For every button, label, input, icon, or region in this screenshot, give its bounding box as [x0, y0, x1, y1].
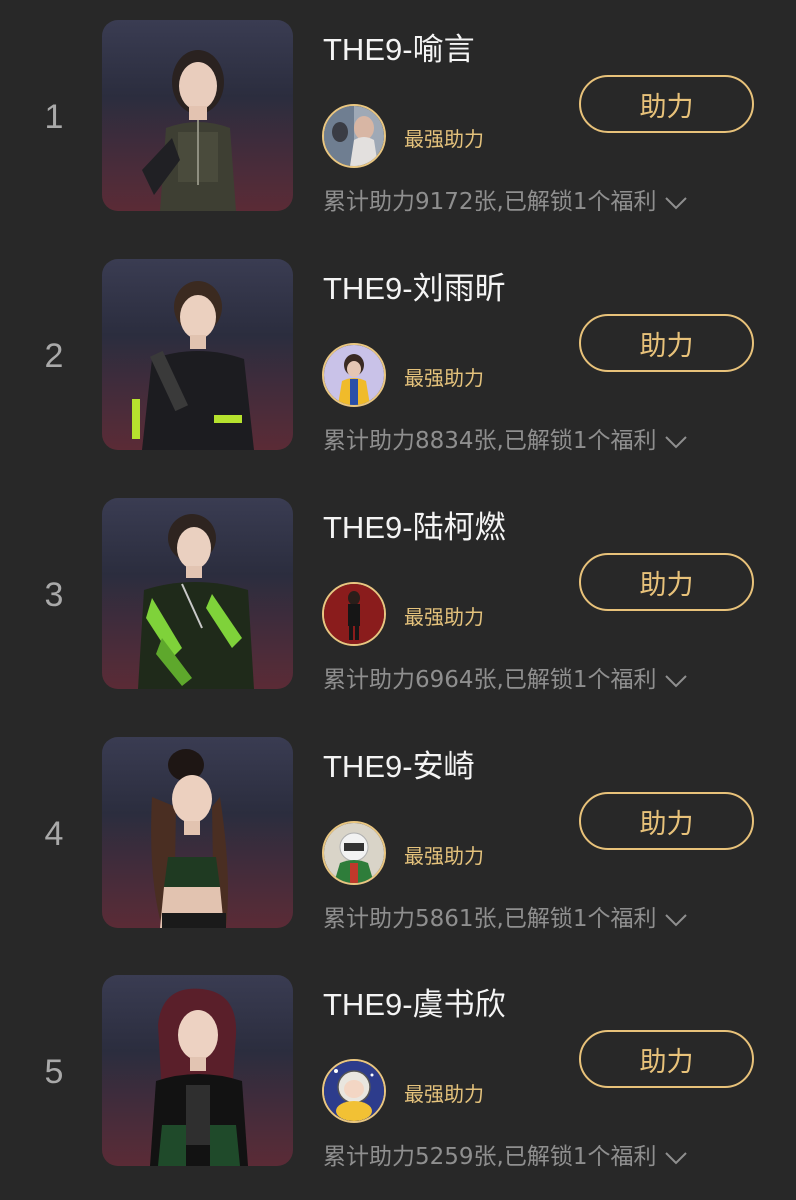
chevron-down-icon[interactable]: [664, 191, 688, 210]
chevron-down-icon[interactable]: [664, 430, 688, 449]
boost-button[interactable]: 助力: [579, 75, 754, 133]
support-stats-text: 累计助力6964张,已解锁1个福利: [323, 667, 657, 693]
rank-number: 2: [44, 337, 64, 375]
ranking-row: 5 THE9-虞书欣 最强助力 助力 累计助力5259张,已解锁1个福利: [0, 975, 796, 1185]
chevron-down-icon[interactable]: [664, 1146, 688, 1165]
ranking-row: 3 THE9-陆柯燃 最强助力 助力 累计助力6964张,已解锁1个福利: [0, 498, 796, 708]
boost-button[interactable]: 助力: [579, 792, 754, 850]
top-supporter-avatar[interactable]: [322, 343, 386, 407]
support-stats[interactable]: 累计助力5259张,已解锁1个福利: [323, 1137, 688, 1171]
artist-photo[interactable]: [102, 498, 293, 689]
support-stats-text: 累计助力9172张,已解锁1个福利: [323, 189, 657, 215]
rank-number: 1: [44, 98, 64, 136]
ranking-row: 1 THE9-喻言 最强助力 助力 累计助力9172张,已解锁1个福利: [0, 20, 796, 230]
rank-number: 4: [44, 815, 64, 853]
artist-photo[interactable]: [102, 259, 293, 450]
ranking-list: 1 THE9-喻言 最强助力 助力 累计助力9172张,已解锁1个福利 2 TH…: [0, 0, 796, 1200]
ranking-row: 4 THE9-安崎 最强助力 助力 累计助力5861张,已解锁1个福利: [0, 737, 796, 947]
artist-name: THE9-喻言: [323, 32, 475, 67]
chevron-down-icon[interactable]: [664, 908, 688, 927]
top-supporter-avatar[interactable]: [322, 104, 386, 168]
ranking-row: 2 THE9-刘雨昕 最强助力 助力 累计助力8834张,已解锁1个福利: [0, 259, 796, 469]
support-stats-text: 累计助力5861张,已解锁1个福利: [323, 906, 657, 932]
boost-button[interactable]: 助力: [579, 553, 754, 611]
artist-name: THE9-刘雨昕: [323, 271, 506, 306]
artist-photo[interactable]: [102, 20, 293, 211]
top-supporter-label: 最强助力: [404, 1082, 484, 1106]
boost-button[interactable]: 助力: [579, 314, 754, 372]
support-stats-text: 累计助力5259张,已解锁1个福利: [323, 1144, 657, 1170]
top-supporter-avatar[interactable]: [322, 582, 386, 646]
boost-button[interactable]: 助力: [579, 1030, 754, 1088]
artist-photo[interactable]: [102, 737, 293, 928]
chevron-down-icon[interactable]: [664, 669, 688, 688]
artist-photo[interactable]: [102, 975, 293, 1166]
artist-name: THE9-虞书欣: [323, 987, 506, 1022]
top-supporter-label: 最强助力: [404, 127, 484, 151]
support-stats-text: 累计助力8834张,已解锁1个福利: [323, 428, 657, 454]
top-supporter-label: 最强助力: [404, 605, 484, 629]
support-stats[interactable]: 累计助力8834张,已解锁1个福利: [323, 421, 688, 455]
top-supporter-avatar[interactable]: [322, 1059, 386, 1123]
rank-number: 5: [44, 1053, 64, 1091]
rank-number: 3: [44, 576, 64, 614]
artist-name: THE9-安崎: [323, 749, 475, 784]
top-supporter-label: 最强助力: [404, 366, 484, 390]
top-supporter-label: 最强助力: [404, 844, 484, 868]
support-stats[interactable]: 累计助力6964张,已解锁1个福利: [323, 660, 688, 694]
artist-name: THE9-陆柯燃: [323, 510, 506, 545]
support-stats[interactable]: 累计助力9172张,已解锁1个福利: [323, 182, 688, 216]
top-supporter-avatar[interactable]: [322, 821, 386, 885]
support-stats[interactable]: 累计助力5861张,已解锁1个福利: [323, 899, 688, 933]
